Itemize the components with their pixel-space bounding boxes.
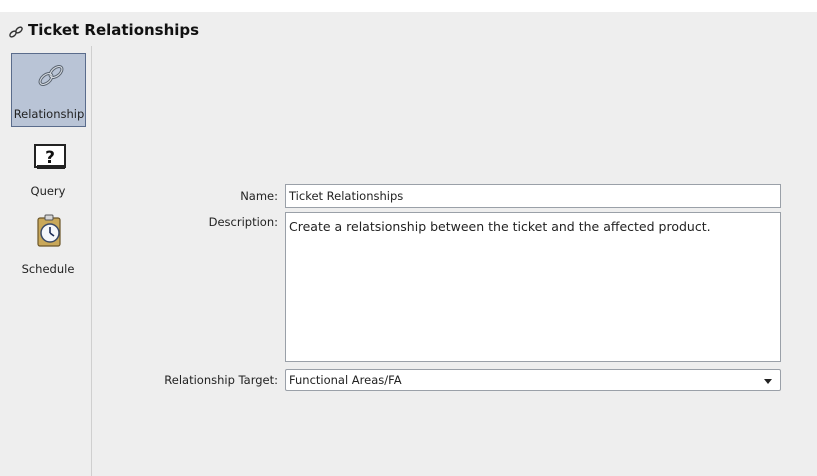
question-mark-icon: ? — [34, 144, 66, 174]
svg-text:?: ? — [45, 148, 55, 168]
chevron-down-icon[interactable] — [764, 379, 772, 384]
title-bar: Ticket Relationships — [0, 0, 817, 46]
chain-link-icon — [8, 24, 24, 38]
relationship-target-label: Relationship Target: — [164, 373, 278, 387]
name-label: Name: — [240, 189, 278, 203]
sidebar-item-label: Schedule — [21, 262, 75, 276]
sidebar-item-label: Query — [30, 184, 66, 198]
relationship-target-value: Functional Areas/FA — [289, 373, 402, 387]
description-label: Description: — [208, 215, 278, 229]
sidebar-item-schedule[interactable]: Schedule — [10, 212, 86, 282]
relationship-target-select[interactable]: Functional Areas/FA — [285, 369, 781, 391]
sidebar-item-relationship[interactable]: Relationship — [11, 53, 86, 127]
name-field[interactable]: Ticket Relationships — [285, 184, 781, 208]
sidebar-item-query[interactable]: ? Query — [10, 140, 86, 200]
sidebar-item-label: Relationship — [13, 107, 85, 121]
clock-icon — [35, 214, 65, 252]
page-title: Ticket Relationships — [28, 21, 200, 39]
window: Ticket Relationships Relationship ? Quer… — [0, 0, 817, 476]
chain-link-icon — [36, 62, 66, 94]
description-field[interactable]: Create a relatsionship between the ticke… — [285, 212, 781, 362]
